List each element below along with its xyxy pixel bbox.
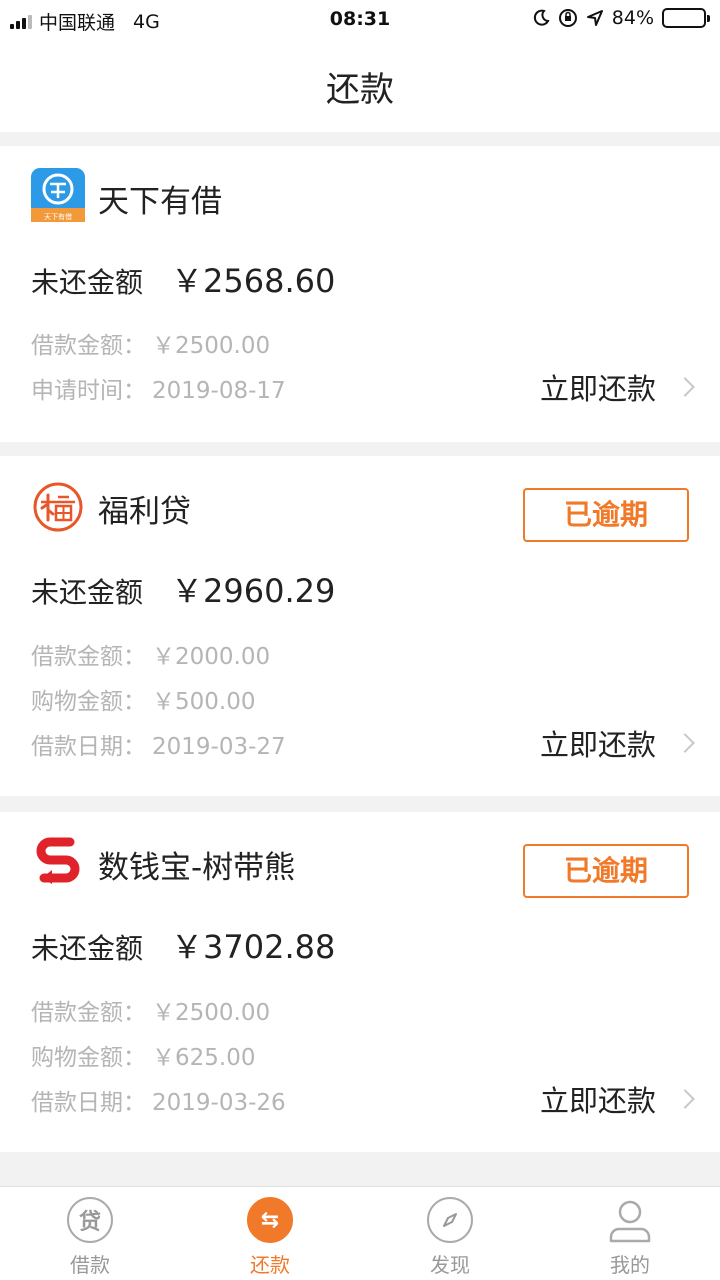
tab-label: 发现	[430, 1253, 470, 1277]
lender-name: 数钱宝-树带熊	[98, 850, 296, 886]
tab-label: 我的	[610, 1253, 650, 1277]
battery-icon	[662, 8, 710, 28]
repay-icon: ⇆	[247, 1197, 293, 1243]
repay-now-label: 立即还款	[539, 728, 656, 762]
info-label: 申请时间：	[31, 378, 146, 404]
tianxia-logo-icon: 天下有借	[31, 168, 85, 222]
info-value: ￥625.00	[152, 1045, 256, 1071]
repay-now-label: 立即还款	[539, 1084, 656, 1118]
info-label: 借款日期：	[31, 1090, 146, 1116]
lender-name: 福利贷	[98, 494, 191, 530]
tab-label: 还款	[250, 1253, 290, 1277]
status-right: 84%	[532, 7, 710, 29]
info-label: 购物金额：	[31, 689, 146, 715]
fu-logo-icon	[31, 480, 85, 534]
chevron-right-icon	[675, 733, 695, 753]
info-label: 借款金额：	[31, 644, 146, 670]
tab-label: 借款	[70, 1253, 110, 1277]
tab-discover[interactable]: 发现	[390, 1197, 510, 1278]
user-icon	[607, 1197, 653, 1243]
loan-amount-row: 借款金额： ￥2500.00	[31, 993, 270, 1027]
moon-icon	[533, 9, 550, 26]
status-bar: 中国联通 4G 08:31 84%	[0, 0, 720, 40]
location-icon	[586, 10, 603, 26]
loan-icon: 贷	[67, 1197, 113, 1243]
page-title: 还款	[326, 70, 394, 110]
repay-now-button[interactable]: 立即还款	[539, 366, 695, 408]
info-label: 借款日期：	[31, 734, 146, 760]
overdue-badge: 已逾期	[523, 488, 689, 542]
loan-card[interactable]: 数钱宝-树带熊 已逾期 未还金额 ￥3702.88 借款金额： ￥2500.00 …	[0, 812, 720, 1152]
outstanding-label: 未还金额	[31, 932, 144, 965]
loan-date-row: 借款日期： 2019-03-27	[31, 727, 286, 761]
apply-date-row: 申请时间： 2019-08-17	[31, 371, 286, 405]
lender-name: 天下有借	[98, 184, 222, 220]
overdue-badge: 已逾期	[523, 844, 689, 898]
loan-card[interactable]: 天下有借 天下有借 未还金额 ￥2568.60 借款金额： ￥2500.00 申请…	[0, 146, 720, 442]
info-value: ￥2000.00	[152, 644, 271, 670]
info-value: 2019-03-26	[152, 1090, 286, 1116]
nav-bar: 还款	[0, 40, 720, 132]
svg-text:天下有借: 天下有借	[44, 212, 72, 221]
info-label: 购物金额：	[31, 1045, 146, 1071]
info-value: ￥2500.00	[152, 333, 271, 359]
outstanding-row: 未还金额 ￥2960.29	[31, 566, 335, 612]
info-label: 借款金额：	[31, 1000, 146, 1026]
info-label: 借款金额：	[31, 333, 146, 359]
outstanding-value: ￥2568.60	[171, 262, 336, 300]
loan-amount-row: 借款金额： ￥2000.00	[31, 637, 270, 671]
outstanding-row: 未还金额 ￥3702.88	[31, 922, 335, 968]
tab-bar: 贷 借款 ⇆ 还款 发现 我的	[0, 1186, 720, 1280]
info-value: 2019-03-27	[152, 734, 286, 760]
chevron-right-icon	[675, 377, 695, 397]
outstanding-value: ￥2960.29	[171, 572, 336, 610]
compass-icon	[427, 1197, 473, 1243]
repay-now-label: 立即还款	[539, 372, 656, 406]
outstanding-value: ￥3702.88	[171, 928, 336, 966]
loan-date-row: 借款日期： 2019-03-26	[31, 1083, 286, 1117]
shopping-amount-row: 购物金额： ￥500.00	[31, 682, 255, 716]
tab-loan[interactable]: 贷 借款	[30, 1197, 150, 1278]
repay-now-button[interactable]: 立即还款	[539, 1078, 695, 1120]
battery-percent: 84%	[611, 7, 654, 29]
info-value: ￥2500.00	[152, 1000, 271, 1026]
rotation-lock-icon	[558, 9, 577, 27]
outstanding-row: 未还金额 ￥2568.60	[31, 256, 335, 302]
repay-now-button[interactable]: 立即还款	[539, 722, 695, 764]
loan-amount-row: 借款金额： ￥2500.00	[31, 326, 270, 360]
loan-card[interactable]: 福利贷 已逾期 未还金额 ￥2960.29 借款金额： ￥2000.00 购物金额…	[0, 456, 720, 796]
tab-repay[interactable]: ⇆ 还款	[210, 1197, 330, 1278]
s-logo-icon	[36, 836, 80, 884]
tab-mine[interactable]: 我的	[570, 1197, 690, 1278]
outstanding-label: 未还金额	[31, 266, 144, 299]
info-value: ￥500.00	[152, 689, 256, 715]
chevron-right-icon	[675, 1089, 695, 1109]
outstanding-label: 未还金额	[31, 576, 144, 609]
info-value: 2019-08-17	[152, 378, 286, 404]
shopping-amount-row: 购物金额： ￥625.00	[31, 1038, 255, 1072]
